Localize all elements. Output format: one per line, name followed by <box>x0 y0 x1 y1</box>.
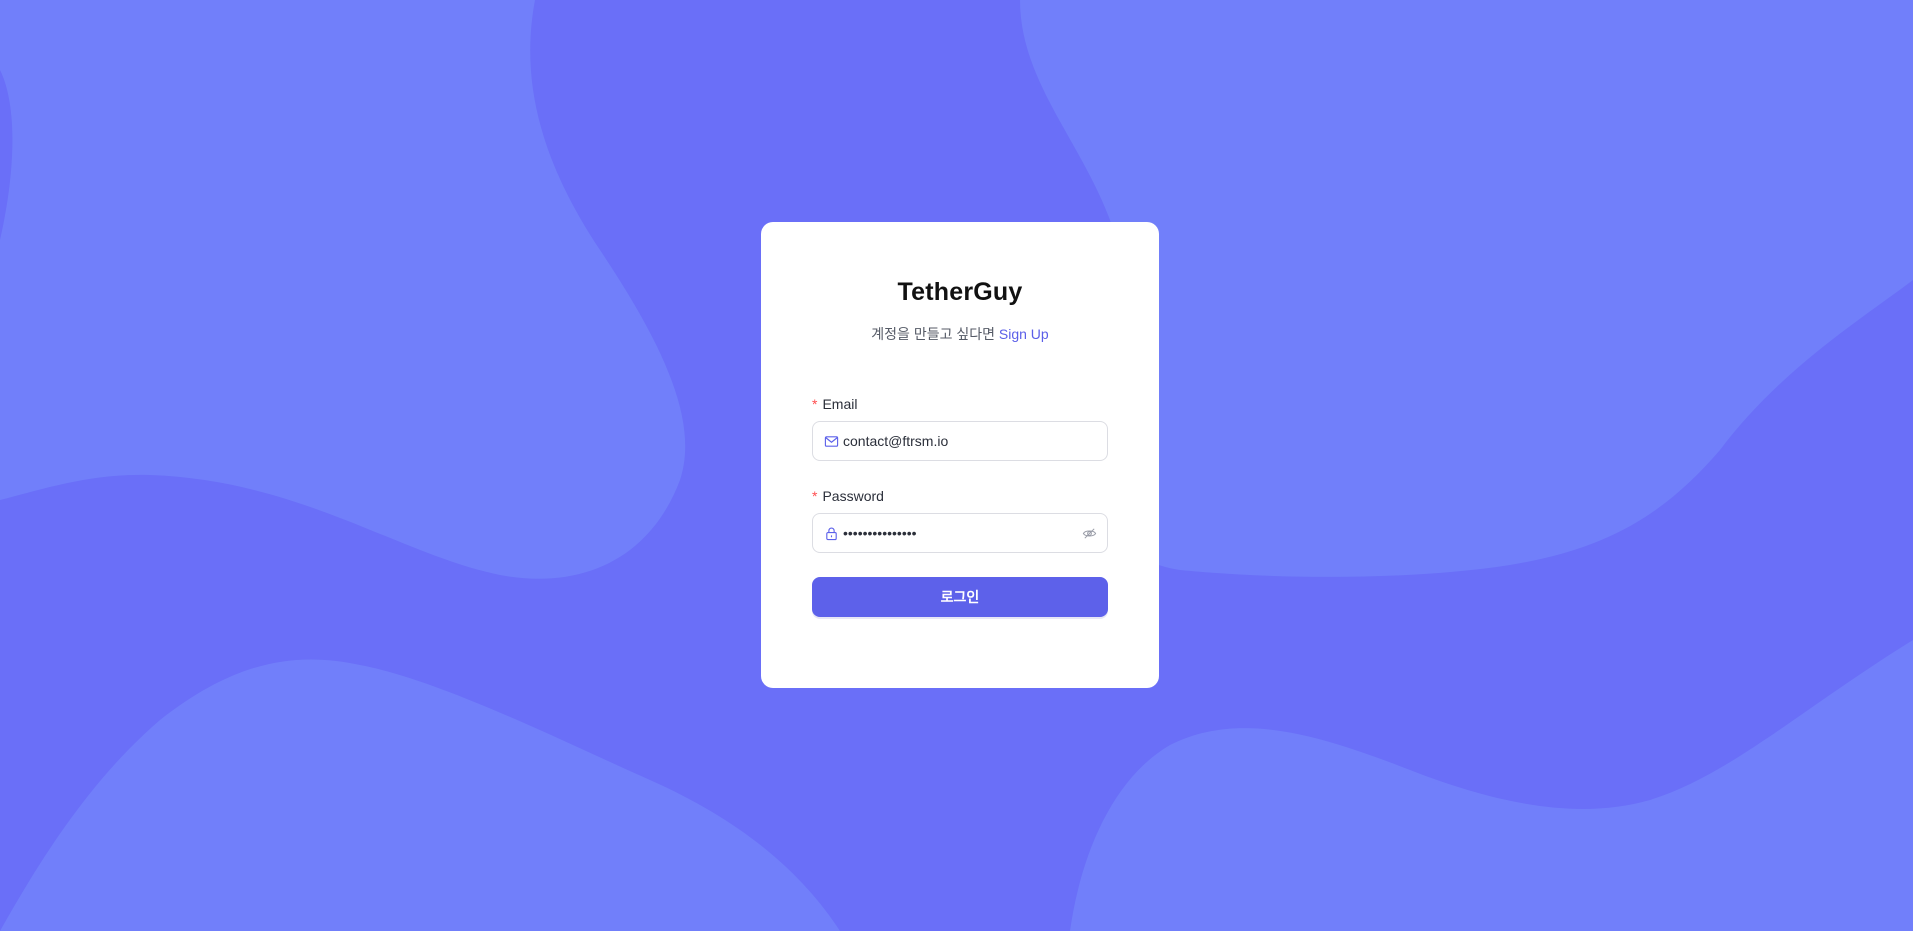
signup-link[interactable]: Sign Up <box>999 326 1049 342</box>
password-label: * Password <box>812 488 1108 504</box>
login-page: TetherGuy 계정을 만들고 싶다면 Sign Up * Email * … <box>0 0 1913 931</box>
login-card: TetherGuy 계정을 만들고 싶다면 Sign Up * Email * … <box>761 222 1159 688</box>
email-label: * Email <box>812 396 1108 412</box>
email-input[interactable] <box>843 422 1097 460</box>
lock-icon <box>823 525 839 541</box>
email-label-text: Email <box>822 396 858 412</box>
password-required-mark: * <box>812 488 818 504</box>
mail-icon <box>823 433 839 449</box>
signup-prompt: 계정을 만들고 싶다면 Sign Up <box>812 324 1108 344</box>
password-input[interactable] <box>843 514 1081 552</box>
login-button[interactable]: 로그인 <box>812 577 1108 617</box>
eye-invisible-icon[interactable] <box>1081 525 1097 541</box>
signup-prompt-text: 계정을 만들고 싶다면 <box>871 326 995 342</box>
app-title: TetherGuy <box>897 278 1023 306</box>
password-label-text: Password <box>822 488 884 504</box>
email-required-mark: * <box>812 396 818 412</box>
email-field[interactable] <box>812 421 1108 461</box>
password-field[interactable] <box>812 513 1108 553</box>
